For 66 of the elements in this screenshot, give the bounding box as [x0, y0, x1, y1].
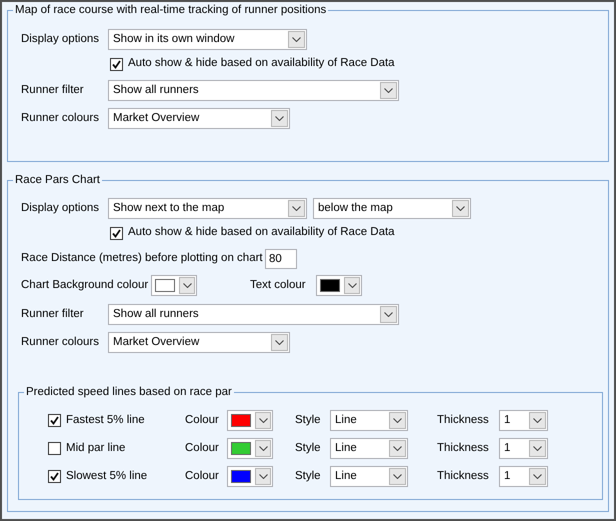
- field-label: Text colour: [250, 278, 307, 293]
- chevron-icon: [258, 418, 268, 423]
- color-picker[interactable]: [227, 466, 273, 487]
- chevron-icon: [258, 474, 268, 479]
- chevron-icon: [348, 283, 357, 288]
- chevron-icon: [393, 418, 402, 423]
- field-label: Style: [295, 440, 322, 456]
- checkbox-label: Fastest 5% line: [66, 412, 146, 428]
- color-picker[interactable]: [151, 275, 197, 296]
- chevron-icon: [275, 340, 284, 345]
- checkbox[interactable]: [48, 414, 61, 427]
- dropdown[interactable]: 1: [499, 466, 548, 487]
- dropdown[interactable]: Line: [330, 410, 408, 431]
- field-label: Display options: [21, 200, 100, 216]
- field-label: Colour: [185, 468, 220, 484]
- dropdown[interactable]: Line: [330, 438, 408, 459]
- checkbox[interactable]: [48, 470, 61, 483]
- field-label: Style: [295, 468, 322, 484]
- field-label: Colour: [185, 412, 220, 428]
- chevron-icon: [182, 283, 192, 288]
- chevron-icon: [275, 116, 284, 121]
- checkbox-label: Slowest 5% line: [66, 468, 148, 484]
- checkbox-label: Auto show & hide based on availability of Race Data: [128, 56, 395, 72]
- dropdown[interactable]: below the map: [313, 198, 471, 219]
- chevron-icon: [533, 474, 542, 479]
- color-picker[interactable]: [227, 410, 273, 431]
- chevron-icon: [533, 418, 542, 423]
- dropdown[interactable]: Show all runners: [108, 304, 399, 325]
- field-label: Runner colours: [21, 334, 100, 350]
- field-label: Style: [295, 412, 322, 428]
- chevron-icon: [393, 474, 402, 479]
- checkbox[interactable]: [110, 226, 123, 240]
- dropdown[interactable]: 1: [499, 410, 548, 431]
- field-label: Colour: [185, 440, 220, 456]
- checkbox-label: Auto show & hide based on availability of Race Data: [128, 225, 395, 240]
- chevron-icon: [384, 88, 393, 93]
- color-picker[interactable]: [227, 438, 273, 459]
- dropdown[interactable]: Market Overview: [108, 332, 290, 353]
- field-label: Thickness: [437, 440, 490, 456]
- field-label: Runner filter: [21, 82, 85, 98]
- checkbox[interactable]: [48, 442, 61, 455]
- field-label: Chart Background colour: [21, 278, 147, 293]
- chevron-icon: [384, 312, 393, 317]
- dropdown[interactable]: Show in its own window: [108, 29, 307, 50]
- chevron-icon: [258, 446, 268, 451]
- input-field[interactable]: 80: [265, 249, 297, 269]
- dropdown[interactable]: Show all runners: [108, 80, 399, 101]
- field-label: Display options: [21, 32, 100, 47]
- dropdown[interactable]: Show next to the map: [108, 198, 307, 219]
- group-title: Map of race course with real-time tracking of runner positions: [13, 3, 328, 17]
- dropdown[interactable]: 1: [499, 438, 548, 459]
- chevron-icon: [533, 446, 542, 451]
- chevron-icon: [393, 446, 402, 451]
- field-label: Thickness: [437, 468, 490, 484]
- checkbox-label: Mid par line: [66, 440, 126, 456]
- checkbox[interactable]: [110, 58, 123, 70]
- dropdown[interactable]: Market Overview: [108, 108, 290, 129]
- chevron-icon: [292, 206, 301, 211]
- chevron-icon: [292, 37, 301, 42]
- field-label: Thickness: [437, 412, 490, 428]
- color-picker[interactable]: [316, 275, 362, 296]
- field-label: Runner filter: [21, 306, 85, 322]
- chevron-icon: [456, 206, 465, 211]
- dropdown[interactable]: Line: [330, 466, 408, 487]
- field-label: Runner colours: [21, 110, 100, 126]
- group-title: Predicted speed lines based on race par: [24, 385, 234, 399]
